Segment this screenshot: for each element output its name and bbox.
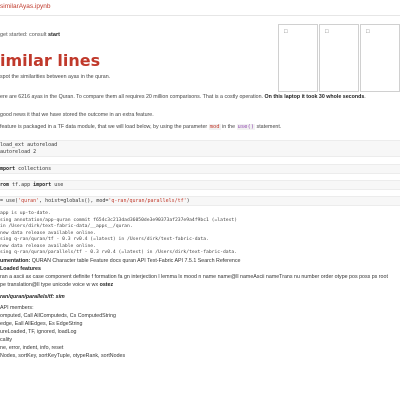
output-line: sing q-ran/quran/parallels/tf - 0.3 rv0.… <box>0 250 238 255</box>
paragraph-1: spot the similarities between ayas in th… <box>0 74 111 80</box>
paragraph-4-mid: in the <box>220 124 237 130</box>
paragraph-3: good news it that we have stored the out… <box>0 112 154 118</box>
code-line: autoreload 2 <box>0 149 37 155</box>
code-text: use <box>51 182 64 188</box>
api-member-line: edge, Eall AllEdges, Es EdgeString <box>0 321 83 327</box>
feature-list: ran a ascii ax case component definite f… <box>0 274 388 280</box>
thumbnail-1[interactable]: □ <box>278 24 318 92</box>
document-icon: □ <box>366 29 370 35</box>
code-text: collections <box>15 166 52 172</box>
documentation-link-list[interactable]: QURAN Character table Feature docs quran… <box>30 258 241 264</box>
document-icon: □ <box>325 29 329 35</box>
code-line: = use('quran', hoist=globals(), mod='q-r… <box>0 198 400 205</box>
paragraph-2: ere are 6216 ayas in the Quran. To compa… <box>0 94 366 101</box>
keyword-import: mport <box>0 166 16 172</box>
api-member-line: Nodes, sortKey, sortKeyTuple, otypeRank,… <box>0 353 126 359</box>
thumbnail-2[interactable]: □ <box>319 24 359 92</box>
feature-list-bold: ostez <box>99 282 114 288</box>
notebook-header: similarAyas.ipynb <box>0 0 400 16</box>
api-member-line: ureLoaded, TF, ignored, loadLog <box>0 329 77 335</box>
code-text: tf.app <box>9 182 34 188</box>
code-cell-3[interactable]: rom tf.app import use <box>0 180 400 190</box>
loaded-features-heading[interactable]: Loaded features <box>0 265 400 273</box>
intro-prefix: get started: consult <box>0 32 48 38</box>
code-line: load_ext autoreload <box>0 142 58 148</box>
keyword-import: import <box>33 182 52 188</box>
code-line: mport collections <box>0 166 400 173</box>
paragraph-4: feature is packaged in a TF data module,… <box>0 124 281 131</box>
feature-list-text: pe translation@ll type unicode voice w w… <box>0 282 100 288</box>
code-text: = use( <box>0 198 19 204</box>
api-member-line: cality <box>0 337 13 343</box>
start-link[interactable]: start <box>48 32 60 38</box>
inline-code-use: use() <box>236 124 256 130</box>
paragraph-2-end: . <box>364 94 366 100</box>
document-icon: □ <box>284 29 288 35</box>
code-line: rom tf.app import use <box>0 182 400 189</box>
cell-output: app is up-to-date. sing annotation/app-q… <box>0 211 400 257</box>
documentation-block: umentation: QURAN Character table Featur… <box>0 257 400 301</box>
code-text: ) <box>186 198 190 204</box>
paragraph-4-text: feature is packaged in a TF data module,… <box>0 124 209 130</box>
code-cell-2[interactable]: mport collections <box>0 164 400 174</box>
keyword-from: rom <box>0 182 10 188</box>
section-title: imilar lines <box>0 51 101 70</box>
documentation-links: umentation: QURAN Character table Featur… <box>0 257 400 265</box>
code-cell-4[interactable]: = use('quran', hoist=globals(), mod='q-r… <box>0 196 400 206</box>
api-members-block: API members: omputed, Call AllComputeds,… <box>0 304 400 360</box>
code-string: 'quran' <box>18 198 40 204</box>
thumbnail-strip: □ □ □ <box>278 24 400 92</box>
feature-list-continued: pe translation@ll type unicode voice w w… <box>0 281 400 289</box>
inline-code-mod: mod <box>208 124 221 130</box>
api-members-heading[interactable]: API members: <box>0 304 400 312</box>
code-cell-1[interactable]: load_ext autoreload autoreload 2 <box>0 140 400 157</box>
documentation-label: umentation: <box>0 258 31 264</box>
thumbnail-3[interactable]: □ <box>360 24 400 92</box>
parallels-module-name: ran/quran/parallels/tf: sim <box>0 294 65 300</box>
intro-text: get started: consult start <box>0 32 60 38</box>
notebook-filename[interactable]: similarAyas.ipynb <box>0 3 50 10</box>
paragraph-4-end: statement. <box>255 124 282 130</box>
code-string: 'q-ran/quran/parallels/tf' <box>108 198 187 204</box>
parallels-module-line: ran/quran/parallels/tf: sim <box>0 293 400 301</box>
paragraph-2-text: ere are 6216 ayas in the Quran. To compa… <box>0 94 265 100</box>
paragraph-2-bold: On this laptop it took 30 whole seconds <box>264 94 365 100</box>
api-member-line: ne, error, indent, info, reset <box>0 345 64 351</box>
api-member-line: omputed, Call AllComputeds, Cs ComputedS… <box>0 313 116 319</box>
notebook-page: similarAyas.ipynb □ □ □ get started: con… <box>0 0 400 400</box>
code-text: , hoist=globals(), mod= <box>39 198 109 204</box>
